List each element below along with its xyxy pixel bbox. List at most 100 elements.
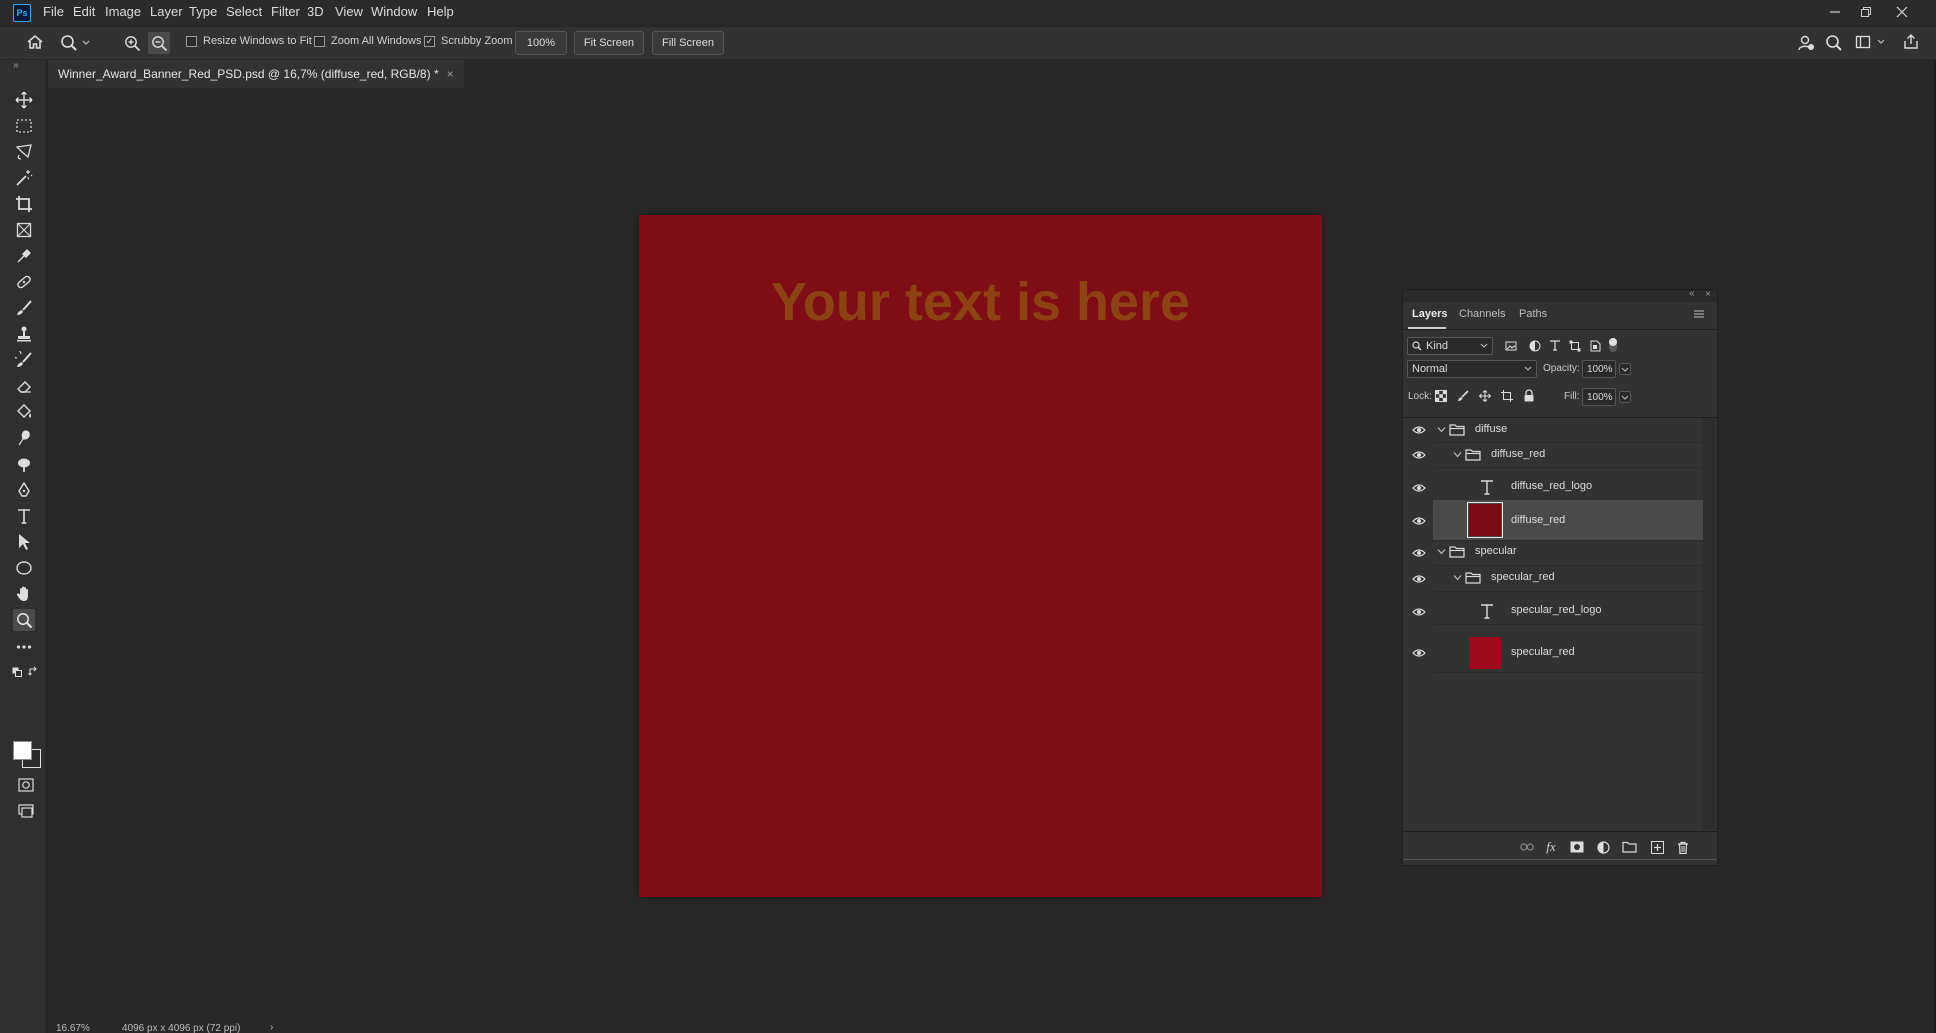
visibility-eye-icon[interactable] [1412, 481, 1426, 495]
visibility-eye-icon[interactable] [1412, 546, 1426, 560]
home-icon[interactable] [26, 34, 44, 50]
brush-tool-icon[interactable] [13, 297, 35, 319]
workspace-icon[interactable] [1855, 34, 1885, 50]
layer-name[interactable]: diffuse_red [1511, 514, 1565, 526]
tab-layers[interactable]: Layers [1412, 308, 1447, 320]
clone-stamp-icon[interactable] [13, 323, 35, 345]
tab-channels[interactable]: Channels [1459, 308, 1505, 320]
menu-help[interactable]: Help [427, 4, 454, 19]
fit-screen-button[interactable]: Fit Screen [574, 31, 644, 55]
menu-edit[interactable]: Edit [73, 4, 95, 19]
fx-icon[interactable]: fx [1543, 839, 1559, 855]
lock-position-icon[interactable] [1479, 390, 1491, 402]
collapse-panel-icon[interactable]: « [1689, 288, 1695, 299]
screen-mode-icon[interactable] [18, 804, 34, 818]
delete-layer-icon[interactable] [1675, 839, 1691, 855]
adjustment-layer-icon[interactable] [1595, 839, 1611, 855]
layer-name[interactable]: specular_red [1511, 646, 1575, 658]
default-colors-icon[interactable] [12, 667, 22, 677]
menu-filter[interactable]: Filter [271, 4, 300, 19]
expand-panel-icon[interactable]: » [13, 60, 19, 71]
more-tools-icon[interactable] [13, 636, 35, 658]
dodge-tool-icon[interactable] [13, 453, 35, 475]
crop-tool-icon[interactable] [13, 193, 35, 215]
chevron-down-icon[interactable] [1453, 450, 1462, 459]
visibility-eye-icon[interactable] [1412, 423, 1426, 437]
lock-pixels-icon[interactable] [1457, 390, 1469, 402]
menu-view[interactable]: View [335, 4, 363, 19]
document-tab[interactable]: Winner_Award_Banner_Red_PSD.psd @ 16,7% … [48, 60, 464, 88]
panel-menu-icon[interactable] [1694, 310, 1704, 318]
layer-name[interactable]: diffuse_red [1491, 448, 1545, 460]
share-icon[interactable] [1902, 33, 1920, 51]
filter-shape-icon[interactable] [1569, 340, 1581, 352]
hand-tool-icon[interactable] [13, 583, 35, 605]
opacity-dropdown-icon[interactable] [1619, 363, 1631, 375]
eraser-icon[interactable] [13, 375, 35, 397]
close-panel-icon[interactable]: × [1705, 289, 1711, 300]
resize-windows-checkbox[interactable]: Resize Windows to Fit [186, 35, 312, 47]
status-menu-icon[interactable]: › [270, 1023, 273, 1033]
visibility-eye-icon[interactable] [1412, 572, 1426, 586]
zoom-all-windows-checkbox[interactable]: Zoom All Windows [314, 35, 421, 47]
layer-name[interactable]: specular_red_logo [1511, 604, 1602, 616]
lock-artboard-icon[interactable] [1501, 390, 1513, 402]
magic-wand-icon[interactable] [13, 167, 35, 189]
layer-filter-kind[interactable]: Kind [1407, 337, 1493, 355]
fill-screen-button[interactable]: Fill Screen [652, 31, 724, 55]
layer-list-scrollbar[interactable] [1703, 418, 1715, 830]
frame-tool-icon[interactable] [13, 219, 35, 241]
layer-name[interactable]: diffuse_red_logo [1511, 480, 1592, 492]
zoom-out-icon[interactable] [148, 32, 170, 54]
zoom-100-button[interactable]: 100% [515, 31, 567, 55]
menu-file[interactable]: File [43, 4, 64, 19]
zoom-level[interactable]: 16.67% [56, 1023, 90, 1033]
lock-transparent-icon[interactable] [1435, 390, 1447, 402]
zoom-tool-icon[interactable] [13, 609, 35, 631]
fill-dropdown-icon[interactable] [1619, 391, 1631, 403]
resize-windows-box[interactable] [186, 35, 197, 47]
visibility-eye-icon[interactable] [1412, 448, 1426, 462]
layer-group-diffuse[interactable] [1433, 418, 1703, 442]
lasso-tool-icon[interactable] [13, 141, 35, 163]
filter-toggle[interactable] [1609, 338, 1617, 352]
scrubby-zoom-box[interactable]: ✓ [424, 35, 435, 47]
new-layer-icon[interactable] [1649, 839, 1665, 855]
visibility-eye-icon[interactable] [1412, 605, 1426, 619]
chevron-down-icon[interactable] [1453, 573, 1462, 582]
link-layers-icon[interactable] [1519, 839, 1535, 855]
add-mask-icon[interactable] [1569, 839, 1585, 855]
canvas-text-layer[interactable]: Your text is here [639, 271, 1322, 333]
zoom-in-icon[interactable] [122, 33, 142, 53]
fill-input[interactable]: 100% [1582, 388, 1616, 406]
zoom-tool-preset[interactable] [60, 32, 104, 54]
smudge-tool-icon[interactable] [13, 427, 35, 449]
menu-3d[interactable]: 3D [307, 4, 324, 19]
close-icon[interactable] [1879, 0, 1925, 24]
path-selection-icon[interactable] [13, 531, 35, 553]
close-tab-icon[interactable]: × [447, 67, 454, 81]
menu-select[interactable]: Select [226, 4, 262, 19]
share-user-icon[interactable] [1797, 34, 1815, 52]
healing-brush-icon[interactable] [13, 271, 35, 293]
layer-name[interactable]: specular [1475, 545, 1517, 557]
chevron-down-icon[interactable] [1437, 547, 1446, 556]
search-icon[interactable] [1825, 34, 1843, 52]
history-brush-icon[interactable] [13, 349, 35, 371]
filter-smart-object-icon[interactable] [1589, 340, 1601, 352]
scrubby-zoom-checkbox[interactable]: ✓ Scrubby Zoom [424, 35, 513, 47]
eyedropper-icon[interactable] [13, 245, 35, 267]
layer-name[interactable]: diffuse [1475, 423, 1507, 435]
layer-thumbnail[interactable] [1467, 502, 1503, 538]
move-tool-icon[interactable] [13, 89, 35, 111]
new-group-icon[interactable] [1621, 839, 1637, 855]
marquee-tool-icon[interactable] [13, 115, 35, 137]
blend-mode-select[interactable]: Normal [1407, 360, 1537, 378]
ellipse-tool-icon[interactable] [13, 557, 35, 579]
pen-tool-icon[interactable] [13, 479, 35, 501]
menu-image[interactable]: Image [105, 4, 141, 19]
layer-name[interactable]: specular_red [1491, 571, 1555, 583]
tab-paths[interactable]: Paths [1519, 308, 1547, 320]
quick-mask-icon[interactable] [18, 778, 34, 792]
chevron-down-icon[interactable] [1437, 425, 1446, 434]
